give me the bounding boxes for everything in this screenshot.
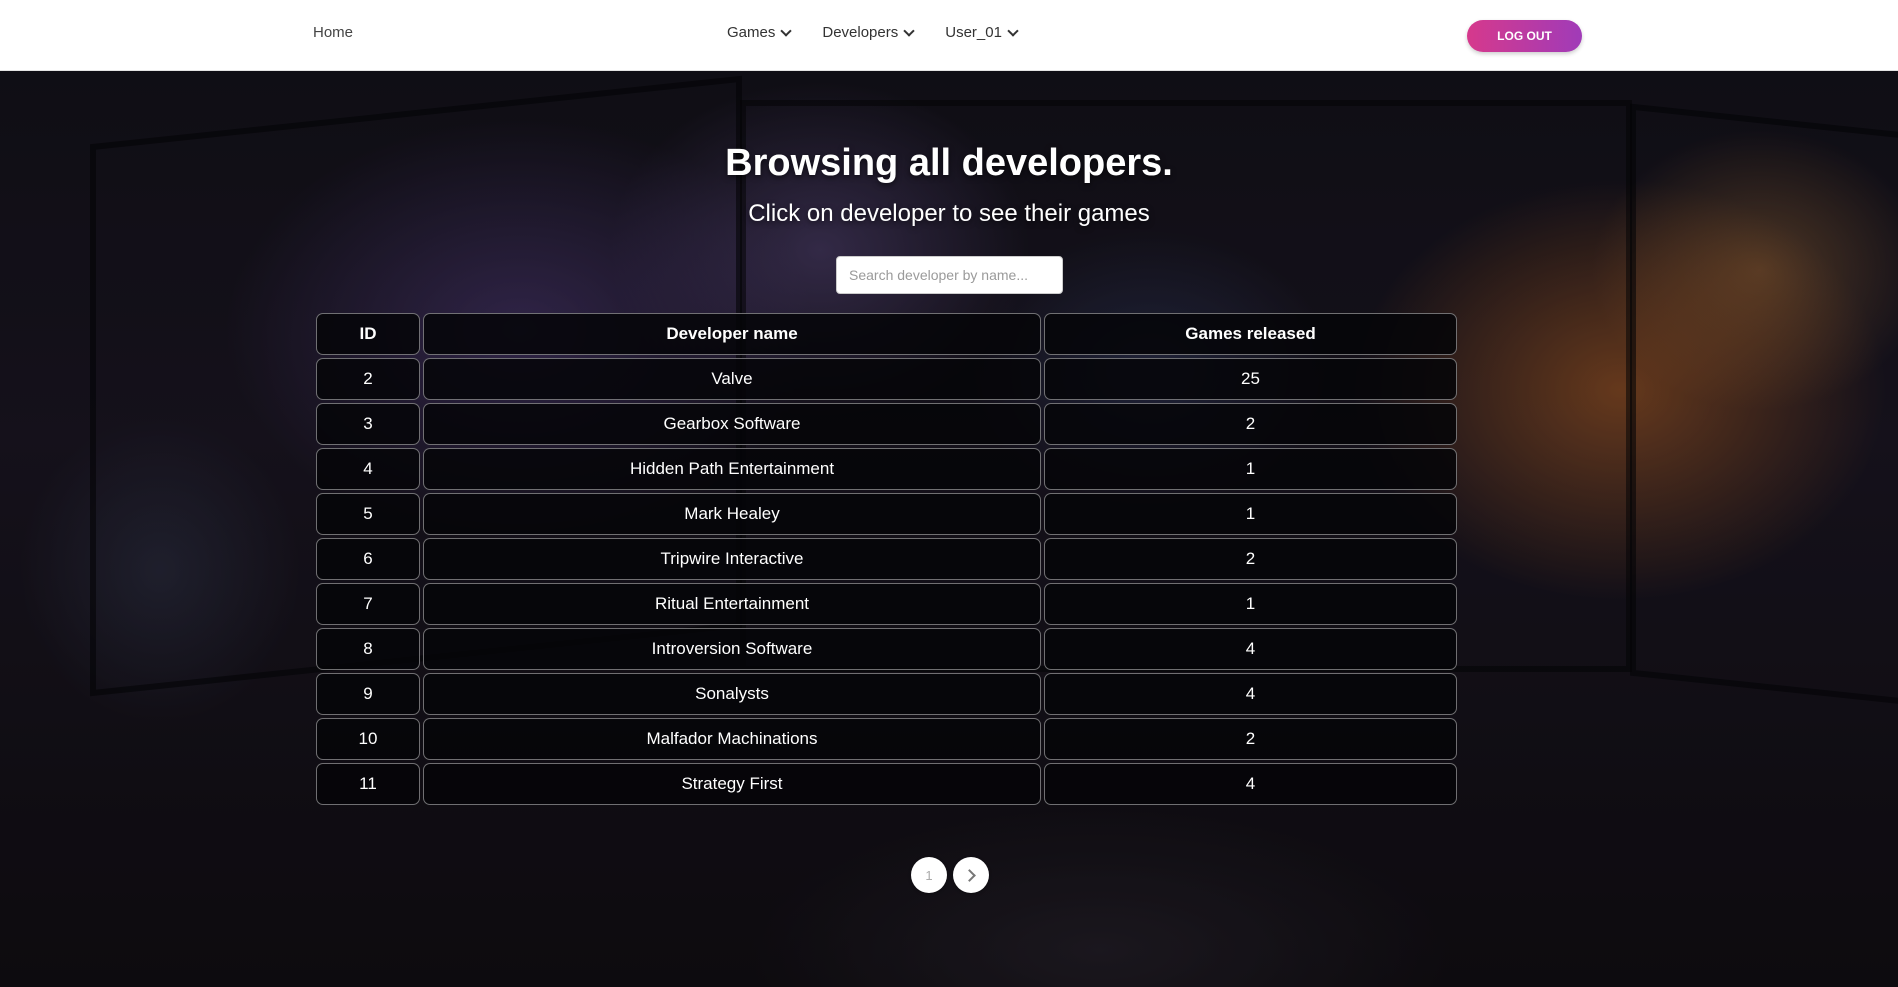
page-title: Browsing all developers.	[725, 142, 1173, 184]
cell-id: 8	[316, 628, 420, 670]
table-row[interactable]: 2 Valve 25	[316, 358, 1457, 400]
cell-developer-name[interactable]: Gearbox Software	[423, 403, 1041, 445]
cell-id: 6	[316, 538, 420, 580]
nav-user-label: User_01	[945, 24, 1002, 41]
cell-id: 3	[316, 403, 420, 445]
table-row[interactable]: 3 Gearbox Software 2	[316, 403, 1457, 445]
developers-table: ID Developer name Games released 2 Valve…	[316, 313, 1457, 808]
cell-developer-name[interactable]: Ritual Entertainment	[423, 583, 1041, 625]
header-developer-name: Developer name	[423, 313, 1041, 355]
cell-id: 10	[316, 718, 420, 760]
table-row[interactable]: 5 Mark Healey 1	[316, 493, 1457, 535]
page-subtitle: Click on developer to see their games	[748, 200, 1150, 227]
chevron-right-icon	[963, 868, 976, 882]
cell-developer-name[interactable]: Malfador Machinations	[423, 718, 1041, 760]
cell-developer-name[interactable]: Hidden Path Entertainment	[423, 448, 1041, 490]
cell-developer-name[interactable]: Mark Healey	[423, 493, 1041, 535]
cell-developer-name[interactable]: Strategy First	[423, 763, 1041, 805]
table-row[interactable]: 7 Ritual Entertainment 1	[316, 583, 1457, 625]
next-page-button[interactable]	[953, 857, 989, 893]
nav-home-link[interactable]: Home	[313, 24, 353, 41]
cell-games-released: 1	[1044, 583, 1457, 625]
table-row[interactable]: 10 Malfador Machinations 2	[316, 718, 1457, 760]
cell-id: 11	[316, 763, 420, 805]
table-row[interactable]: 9 Sonalysts 4	[316, 673, 1457, 715]
pagination: 1	[911, 857, 989, 893]
table-row[interactable]: 6 Tripwire Interactive 2	[316, 538, 1457, 580]
cell-games-released: 4	[1044, 628, 1457, 670]
chevron-down-icon	[780, 24, 793, 37]
cell-games-released: 4	[1044, 763, 1457, 805]
cell-games-released: 4	[1044, 673, 1457, 715]
cell-games-released: 1	[1044, 448, 1457, 490]
table-row[interactable]: 11 Strategy First 4	[316, 763, 1457, 805]
nav-games-label: Games	[727, 24, 776, 41]
cell-id: 2	[316, 358, 420, 400]
cell-games-released: 1	[1044, 493, 1457, 535]
cell-developer-name[interactable]: Tripwire Interactive	[423, 538, 1041, 580]
chevron-down-icon	[903, 24, 915, 37]
cell-developer-name[interactable]: Introversion Software	[423, 628, 1041, 670]
cell-games-released: 2	[1044, 718, 1457, 760]
chevron-down-icon	[1007, 24, 1019, 37]
logout-button[interactable]: LOG OUT	[1467, 20, 1582, 52]
cell-id: 7	[316, 583, 420, 625]
nav-user-dropdown[interactable]: User_01	[945, 24, 1019, 41]
nav-developers-dropdown[interactable]: Developers	[822, 24, 915, 41]
cell-id: 9	[316, 673, 420, 715]
cell-games-released: 2	[1044, 538, 1457, 580]
cell-games-released: 25	[1044, 358, 1457, 400]
nav-developers-label: Developers	[822, 24, 899, 41]
cell-developer-name[interactable]: Sonalysts	[423, 673, 1041, 715]
table-header-row: ID Developer name Games released	[316, 313, 1457, 355]
cell-games-released: 2	[1044, 403, 1457, 445]
cell-id: 5	[316, 493, 420, 535]
page-button-current[interactable]: 1	[911, 857, 947, 893]
header-id: ID	[316, 313, 420, 355]
top-navbar: Home Games Developers User_01 LOG OUT	[0, 0, 1898, 71]
search-developer-input[interactable]	[836, 256, 1063, 294]
cell-id: 4	[316, 448, 420, 490]
table-row[interactable]: 8 Introversion Software 4	[316, 628, 1457, 670]
cell-developer-name[interactable]: Valve	[423, 358, 1041, 400]
nav-games-dropdown[interactable]: Games	[727, 24, 793, 41]
header-games-released: Games released	[1044, 313, 1457, 355]
nav-menu: Games Developers User_01	[727, 24, 1019, 41]
table-row[interactable]: 4 Hidden Path Entertainment 1	[316, 448, 1457, 490]
